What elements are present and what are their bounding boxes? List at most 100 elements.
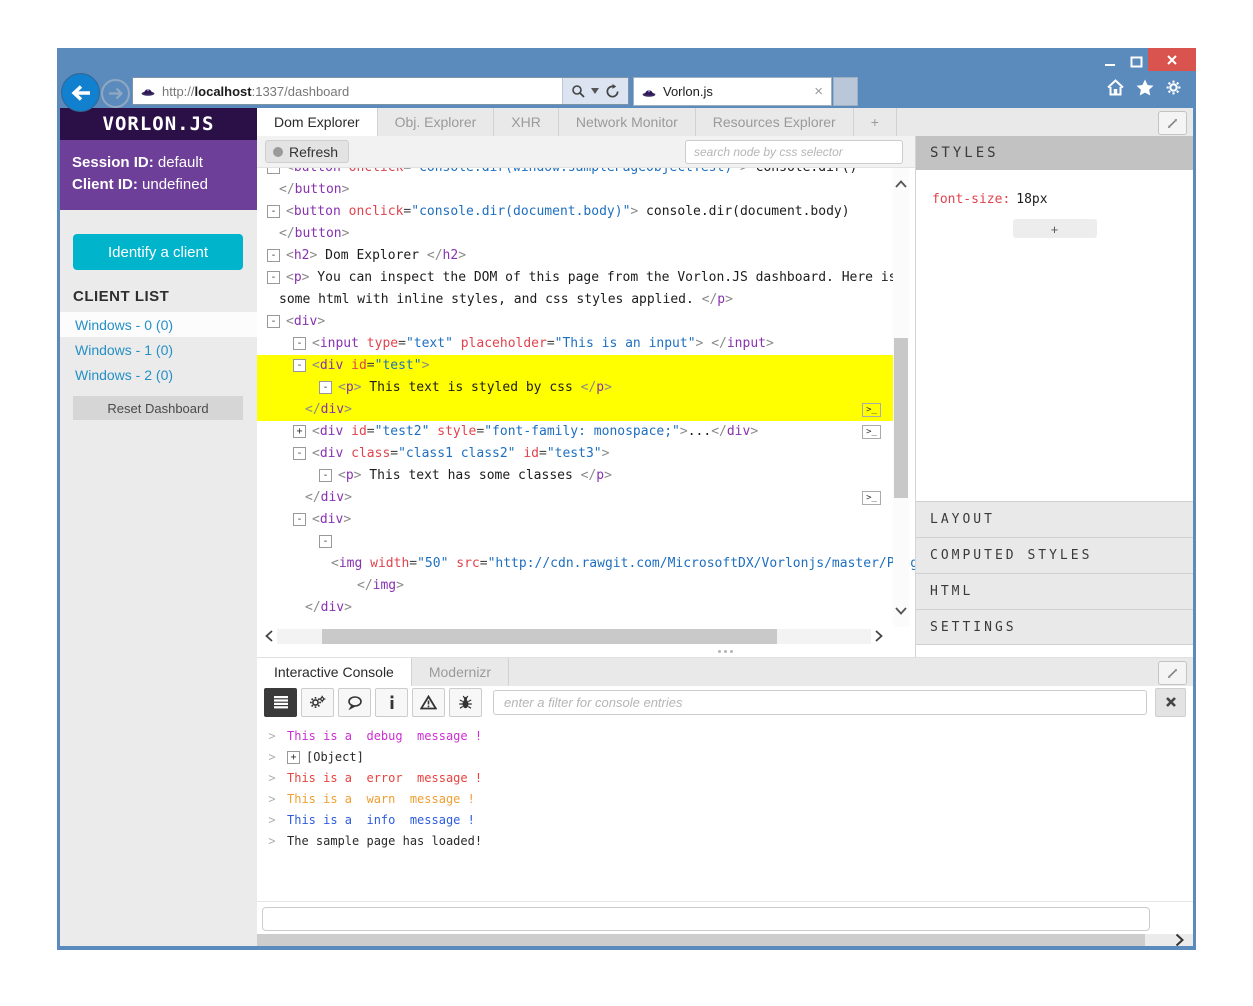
tab-network-monitor[interactable]: Network Monitor <box>559 108 696 136</box>
browser-tab[interactable]: Vorlon.js × <box>633 77 832 106</box>
tab-obj-explorer[interactable]: Obj. Explorer <box>378 108 495 136</box>
dom-tree-node[interactable]: <img width="50" src="http://cdn.rawgit.c… <box>257 553 915 575</box>
forward-button[interactable] <box>101 79 130 108</box>
console-filter-input[interactable] <box>493 689 1147 715</box>
dom-tree-node[interactable]: - <p> This text is styled by css </p> <box>257 377 893 399</box>
dom-tree-node[interactable]: - <div> <box>257 311 893 333</box>
reset-dashboard-button[interactable]: Reset Dashboard <box>73 396 243 420</box>
dom-tree-node[interactable]: some html with inline styles, and css st… <box>257 289 893 311</box>
filter-all-button[interactable] <box>264 687 297 717</box>
new-tab-button[interactable] <box>833 77 858 106</box>
dom-tree-node[interactable]: </div> >_ <box>257 399 893 421</box>
collapse-icon[interactable]: - <box>267 249 280 262</box>
collapse-icon[interactable]: - <box>267 168 280 174</box>
dom-tree-node[interactable]: </button> <box>257 179 893 201</box>
collapse-icon[interactable]: - <box>293 359 306 372</box>
scrollbar-thumb[interactable] <box>322 628 777 644</box>
back-button[interactable] <box>61 73 100 112</box>
filter-log-button[interactable] <box>338 687 371 717</box>
favorites-star-icon[interactable] <box>1136 79 1154 96</box>
collapse-icon[interactable]: - <box>293 447 306 460</box>
expand-icon[interactable]: + <box>287 751 300 764</box>
refresh-button[interactable]: Refresh <box>265 140 350 163</box>
node-search-input[interactable] <box>685 140 903 164</box>
search-icon[interactable] <box>571 84 585 98</box>
filter-warn-button[interactable] <box>412 687 445 717</box>
dom-tree-node[interactable]: - <p> This text has some classes </p> <box>257 465 893 487</box>
scrollbar-track[interactable] <box>277 628 871 644</box>
dom-tree-node[interactable]: - <div id="test"> <box>257 355 893 377</box>
dom-tree-node[interactable]: - <input type="text" placeholder="This is… <box>257 333 893 355</box>
accordion-section-layout[interactable]: LAYOUT <box>916 501 1193 537</box>
console-clear-button[interactable] <box>1155 687 1186 717</box>
console-tab-modernizr[interactable]: Modernizr <box>412 658 510 686</box>
dom-tree-node[interactable]: - <button onclick="console.dir(document.b… <box>257 201 893 223</box>
expand-panel-button[interactable] <box>1158 111 1187 135</box>
dom-tree-node[interactable]: -<button onclick="console.dir(window.sam… <box>257 168 893 179</box>
accordion-section-html[interactable]: HTML <box>916 573 1193 609</box>
collapse-icon[interactable]: - <box>293 337 306 350</box>
collapse-icon[interactable]: - <box>319 535 332 548</box>
tab-resources-explorer[interactable]: Resources Explorer <box>696 108 854 136</box>
scroll-right-icon[interactable] <box>871 628 887 644</box>
dom-tree-node[interactable]: - <box>257 531 893 553</box>
filter-debug-button[interactable] <box>301 687 334 717</box>
collapse-icon[interactable]: - <box>319 381 332 394</box>
filter-info-button[interactable] <box>375 687 408 717</box>
expand-console-button[interactable] <box>1158 661 1187 685</box>
scroll-left-icon[interactable] <box>261 628 277 644</box>
dom-tree-node[interactable]: - <div class="class1 class2" id="test3"> <box>257 443 893 465</box>
scrollbar-thumb[interactable] <box>894 338 908 498</box>
refresh-icon[interactable] <box>605 83 620 99</box>
collapse-icon[interactable]: - <box>267 205 280 218</box>
attach-console-button[interactable]: >_ <box>862 403 881 417</box>
dom-tree-node[interactable]: - <div> <box>257 509 893 531</box>
scroll-up-icon[interactable] <box>893 176 909 192</box>
dom-tree-vertical-scrollbar[interactable] <box>893 168 909 627</box>
settings-gear-icon[interactable] <box>1165 79 1182 96</box>
styles-section-header[interactable]: STYLES <box>916 136 1193 170</box>
window-close-button[interactable] <box>1148 48 1196 71</box>
window-maximize-button[interactable] <box>1123 52 1149 72</box>
tab-xhr[interactable]: XHR <box>494 108 559 136</box>
dom-tree-node[interactable]: - <h2> Dom Explorer </h2> <box>257 245 893 267</box>
collapse-icon[interactable]: - <box>267 315 280 328</box>
dom-tree-node[interactable]: + <div id="test2" style="font-family: mon… <box>257 421 893 443</box>
add-style-button[interactable]: + <box>1012 219 1097 238</box>
client-list-item[interactable]: Windows - 0 (0) <box>60 312 257 337</box>
dom-tree-horizontal-scrollbar[interactable] <box>261 627 887 645</box>
client-list-item[interactable]: Windows - 1 (0) <box>60 337 257 362</box>
attach-console-button[interactable]: >_ <box>862 491 881 505</box>
window-minimize-button[interactable] <box>1097 52 1123 72</box>
attach-console-button[interactable]: >_ <box>862 425 881 439</box>
console-tab-interactive-console[interactable]: Interactive Console <box>257 658 412 686</box>
tab-[interactable]: + <box>854 108 897 136</box>
client-list-item[interactable]: Windows - 2 (0) <box>60 362 257 387</box>
scroll-down-icon[interactable] <box>893 603 909 619</box>
scrollbar-thumb[interactable] <box>257 934 1145 946</box>
console-command-input[interactable] <box>262 907 1150 931</box>
dom-tree-node[interactable]: </div> >_ <box>257 487 893 509</box>
tab-dom-explorer[interactable]: Dom Explorer <box>257 108 378 136</box>
expand-icon[interactable]: + <box>293 425 306 438</box>
caret-down-icon[interactable] <box>591 88 599 94</box>
styles-panel: STYLES font-size: 18px + LAYOUT COMPUTED S… <box>915 136 1193 657</box>
collapse-icon[interactable]: - <box>319 469 332 482</box>
home-icon[interactable] <box>1106 79 1125 96</box>
dom-tree-node[interactable]: </img> <box>257 575 893 597</box>
dom-tree-node[interactable]: - <p> You can inspect the DOM of this pag… <box>257 267 896 289</box>
filter-error-button[interactable] <box>449 687 482 717</box>
identify-client-button[interactable]: Identify a client <box>73 234 243 270</box>
address-bar[interactable]: http://localhost:1337/dashboard <box>132 77 629 105</box>
dom-tree-node[interactable]: </div> <box>257 597 893 619</box>
collapse-icon[interactable]: - <box>267 271 280 284</box>
accordion-section-settings[interactable]: SETTINGS <box>916 609 1193 645</box>
dom-tree-node[interactable]: </button> <box>257 223 893 245</box>
scroll-right-icon[interactable] <box>1171 932 1187 946</box>
accordion-section-computed-styles[interactable]: COMPUTED STYLES <box>916 537 1193 573</box>
console-horizontal-scrollbar[interactable] <box>257 932 1193 946</box>
tab-close-icon[interactable]: × <box>814 84 823 99</box>
dom-tree[interactable]: -<button onclick="console.dir(window.sam… <box>257 168 915 627</box>
css-rule[interactable]: font-size: 18px <box>932 192 1193 207</box>
collapse-icon[interactable]: - <box>293 513 306 526</box>
